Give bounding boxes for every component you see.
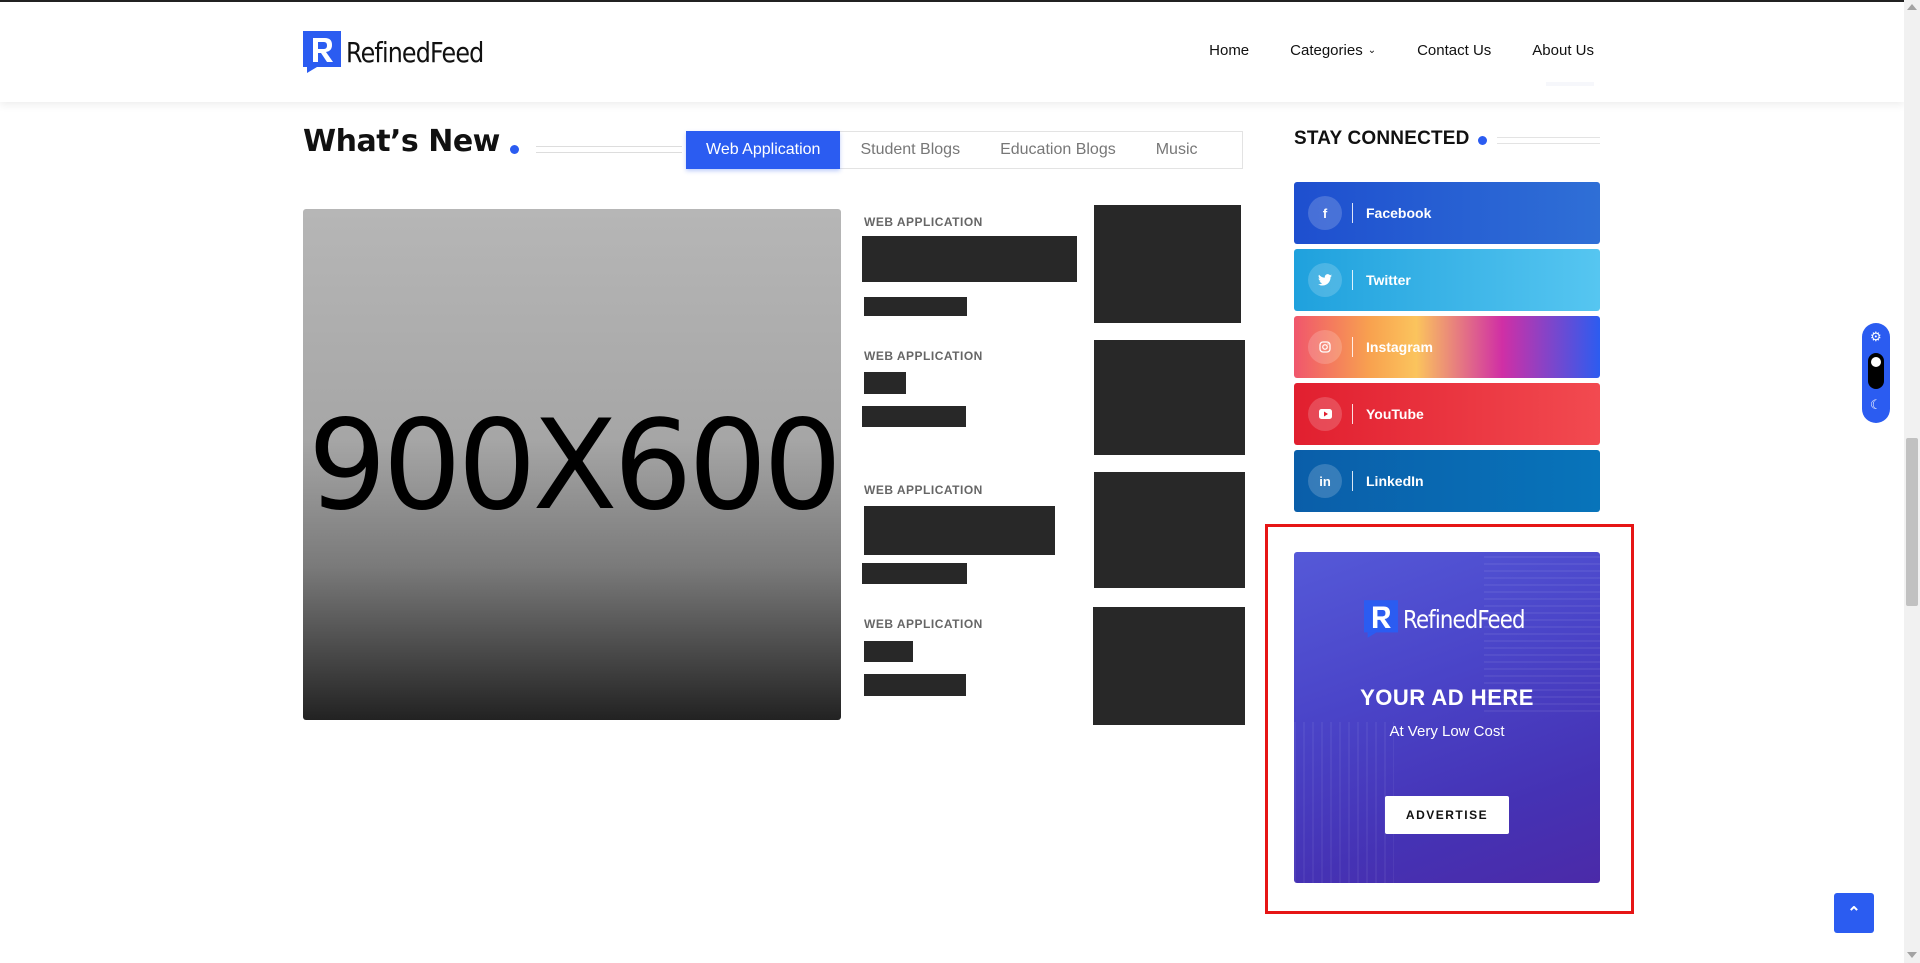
category-tabs: Web Application Student Blogs Education … (686, 130, 1243, 169)
post-meta-redacted (864, 674, 966, 696)
nav-about-label: About Us (1532, 42, 1594, 59)
post-category[interactable]: WEB APPLICATION (864, 215, 983, 229)
post-title-redacted[interactable] (864, 641, 913, 662)
social-label: YouTube (1366, 406, 1424, 422)
nav-about-us[interactable]: About Us (1532, 42, 1594, 59)
featured-post-image[interactable]: 900X600 (303, 209, 841, 720)
theme-switcher[interactable]: ⚙ ☾ (1862, 323, 1890, 423)
scrollbar-thumb[interactable] (1906, 438, 1918, 606)
social-label: LinkedIn (1366, 473, 1424, 489)
post-thumbnail[interactable] (1094, 205, 1241, 323)
main-nav: Home Categories ⌄ Contact Us About Us (1209, 42, 1594, 59)
moon-icon[interactable]: ☾ (1870, 397, 1882, 413)
site-logo[interactable]: RefinedFeed (303, 31, 508, 73)
social-label: Facebook (1366, 205, 1432, 221)
tab-student-blogs[interactable]: Student Blogs (840, 132, 980, 168)
scrollbar-down-arrow[interactable] (1907, 952, 1917, 958)
section-title-dot (510, 145, 519, 154)
ad-logo: RefinedFeed (1364, 600, 1546, 638)
social-label: Instagram (1366, 339, 1433, 355)
post-meta-redacted (862, 563, 967, 584)
tab-web-application[interactable]: Web Application (686, 130, 841, 169)
tab-education-blogs[interactable]: Education Blogs (980, 132, 1136, 168)
post-thumbnail[interactable] (1094, 340, 1245, 455)
theme-toggle-knob (1871, 357, 1881, 367)
social-linkedin[interactable]: in LinkedIn (1294, 450, 1600, 512)
nav-contact-us[interactable]: Contact Us (1417, 42, 1491, 59)
chevron-down-icon: ⌄ (1367, 45, 1377, 56)
sidebar-title-divider (1497, 137, 1600, 144)
twitter-icon (1308, 263, 1342, 297)
sidebar-title-dot (1478, 136, 1487, 145)
back-to-top-button[interactable]: ⌃ (1834, 893, 1874, 933)
social-label: Twitter (1366, 272, 1411, 288)
social-youtube[interactable]: YouTube (1294, 383, 1600, 445)
section-title: What’s New (303, 124, 500, 159)
post-meta-redacted (864, 297, 967, 316)
nav-categories-label: Categories (1290, 42, 1363, 59)
advertise-button[interactable]: ADVERTISE (1385, 796, 1509, 834)
tab-music[interactable]: Music (1136, 132, 1218, 168)
social-separator (1352, 337, 1353, 357)
nav-hover-indicator (1546, 82, 1594, 86)
social-twitter[interactable]: Twitter (1294, 249, 1600, 311)
theme-toggle-track[interactable] (1868, 353, 1884, 389)
linkedin-icon: in (1308, 464, 1342, 498)
nav-home[interactable]: Home (1209, 42, 1249, 59)
ad-subline: At Very Low Cost (1389, 723, 1505, 740)
facebook-icon: f (1308, 196, 1342, 230)
site-header: RefinedFeed Home Categories ⌄ Contact Us … (0, 2, 1904, 102)
post-meta-redacted (862, 406, 966, 427)
instagram-icon (1308, 330, 1342, 364)
post-title-redacted[interactable] (864, 372, 906, 394)
section-title-divider (536, 146, 682, 153)
advertisement-banner[interactable]: RefinedFeed YOUR AD HERE At Very Low Cos… (1294, 552, 1600, 883)
nav-home-label: Home (1209, 42, 1250, 59)
social-separator (1352, 404, 1353, 424)
post-thumbnail[interactable] (1094, 472, 1245, 588)
social-instagram[interactable]: Instagram (1294, 316, 1600, 378)
sun-icon[interactable]: ⚙ (1870, 329, 1882, 345)
post-category[interactable]: WEB APPLICATION (864, 483, 983, 497)
logo-mark-icon (1364, 600, 1398, 638)
post-thumbnail[interactable] (1093, 607, 1245, 725)
sidebar-title: STAY CONNECTED (1294, 128, 1470, 149)
post-category[interactable]: WEB APPLICATION (864, 349, 983, 363)
double-chevron-up-icon: ⌃ (1847, 905, 1861, 922)
social-separator (1352, 203, 1353, 223)
ad-background-texture (1294, 722, 1394, 883)
social-facebook[interactable]: f Facebook (1294, 182, 1600, 244)
image-placeholder-text: 900X600 (307, 394, 841, 538)
post-title-redacted[interactable] (864, 506, 1055, 555)
post-category[interactable]: WEB APPLICATION (864, 617, 983, 631)
social-separator (1352, 270, 1353, 290)
social-separator (1352, 471, 1353, 491)
logo-mark-icon (303, 31, 341, 73)
post-title-redacted[interactable] (862, 236, 1077, 282)
ad-logo-text: RefinedFeed (1403, 604, 1526, 634)
youtube-icon (1308, 397, 1342, 431)
scrollbar-up-arrow[interactable] (1907, 4, 1917, 10)
nav-contact-label: Contact Us (1417, 42, 1492, 59)
ad-headline: YOUR AD HERE (1360, 685, 1534, 710)
nav-categories[interactable]: Categories ⌄ (1290, 42, 1376, 59)
logo-text: RefinedFeed (346, 35, 484, 69)
